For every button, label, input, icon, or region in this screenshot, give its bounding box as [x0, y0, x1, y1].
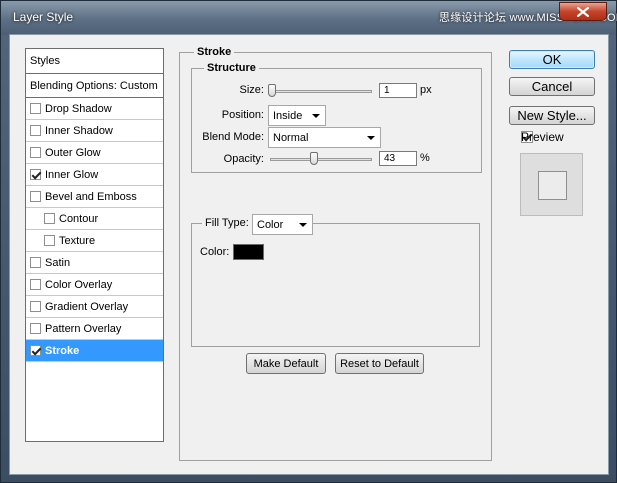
size-label: Size:: [239, 84, 264, 96]
style-item-label: Outer Glow: [45, 146, 101, 159]
checkbox-icon[interactable]: [30, 147, 41, 158]
size-unit: px: [420, 84, 432, 96]
cancel-button[interactable]: Cancel: [509, 77, 595, 96]
styles-header[interactable]: Styles: [26, 49, 163, 74]
opacity-slider-thumb[interactable]: [309, 152, 318, 165]
fill-type-value: Color: [257, 218, 284, 231]
size-slider-track[interactable]: [270, 90, 372, 93]
style-item-label: Contour: [59, 212, 99, 225]
blending-options-item[interactable]: Blending Options: Custom: [26, 74, 163, 98]
preview-thumbnail: [520, 153, 583, 216]
styles-list: Styles Blending Options: Custom Drop Sha…: [25, 48, 164, 442]
checkbox-icon[interactable]: [30, 323, 41, 334]
size-input[interactable]: 1: [379, 83, 417, 98]
style-item-bevel-and-emboss[interactable]: Bevel and Emboss: [26, 186, 163, 208]
chevron-down-icon: [299, 223, 307, 227]
opacity-unit: %: [420, 152, 430, 164]
make-default-button[interactable]: Make Default: [246, 353, 326, 374]
style-item-label: Bevel and Emboss: [45, 190, 137, 203]
position-label: Position:: [221, 109, 264, 121]
fill-group: Fill Type: Color Color:: [191, 214, 480, 347]
size-slider-thumb[interactable]: [268, 84, 276, 97]
opacity-input[interactable]: 43: [379, 151, 417, 166]
style-item-outer-glow[interactable]: Outer Glow: [26, 142, 163, 164]
style-item-stroke[interactable]: Stroke: [26, 340, 163, 362]
style-item-pattern-overlay[interactable]: Pattern Overlay: [26, 318, 163, 340]
structure-title: Structure: [204, 62, 259, 74]
checkbox-icon[interactable]: [30, 301, 41, 312]
opacity-slider-track[interactable]: [270, 158, 372, 161]
checkbox-icon[interactable]: [30, 169, 41, 180]
layer-style-dialog: Layer Style 思缘设计论坛 www.MISSYUAN.COM Styl…: [0, 0, 617, 483]
blend-mode-value: Normal: [273, 131, 309, 144]
styles-header-label: Styles: [30, 55, 60, 67]
style-item-label: Gradient Overlay: [45, 300, 129, 313]
style-item-label: Satin: [45, 256, 71, 269]
chevron-down-icon: [367, 136, 375, 140]
opacity-label: Opacity:: [223, 153, 264, 165]
style-item-label: Drop Shadow: [45, 102, 112, 115]
color-label: Color:: [200, 246, 230, 258]
checkbox-icon[interactable]: [30, 279, 41, 290]
style-item-label: Inner Shadow: [45, 124, 113, 137]
style-item-color-overlay[interactable]: Color Overlay: [26, 274, 163, 296]
preview-label: Preview: [521, 130, 564, 144]
style-item-label: Color Overlay: [45, 278, 113, 291]
checkbox-icon[interactable]: [44, 235, 55, 246]
checkbox-icon[interactable]: [30, 191, 41, 202]
stroke-panel-title: Stroke: [194, 46, 235, 58]
structure-group: Structure Size: 1 px Position: Inside Bl…: [191, 62, 482, 173]
preview-swatch: [538, 171, 567, 200]
dialog-body: Styles Blending Options: Custom Drop Sha…: [9, 34, 609, 475]
style-item-label: Stroke: [45, 344, 80, 357]
style-item-label: Texture: [59, 234, 96, 247]
new-style-button[interactable]: New Style...: [509, 106, 595, 125]
style-item-label: Inner Glow: [45, 168, 99, 181]
window-title: Layer Style: [13, 10, 74, 24]
checkbox-icon[interactable]: [30, 257, 41, 268]
style-item-inner-shadow[interactable]: Inner Shadow: [26, 120, 163, 142]
stroke-panel: Stroke Structure Size: 1 px Position: In…: [179, 46, 492, 461]
style-item-satin[interactable]: Satin: [26, 252, 163, 274]
style-item-texture[interactable]: Texture: [26, 230, 163, 252]
style-item-gradient-overlay[interactable]: Gradient Overlay: [26, 296, 163, 318]
reset-to-default-button[interactable]: Reset to Default: [335, 353, 424, 374]
style-item-drop-shadow[interactable]: Drop Shadow: [26, 98, 163, 120]
fill-type-dropdown[interactable]: Color: [252, 214, 313, 235]
blend-mode-dropdown[interactable]: Normal: [268, 127, 381, 148]
make-default-label: Make Default: [253, 357, 319, 370]
reset-to-default-label: Reset to Default: [340, 357, 419, 370]
ok-button[interactable]: OK: [509, 50, 595, 69]
chevron-down-icon: [312, 114, 320, 118]
close-button[interactable]: [559, 2, 607, 21]
new-style-label: New Style...: [517, 108, 587, 123]
preview-checkbox[interactable]: Preview: [521, 130, 564, 144]
stroke-color-swatch[interactable]: [233, 244, 264, 260]
close-icon: [577, 6, 589, 17]
fill-type-label: Fill Type:: [202, 217, 252, 229]
blending-options-label: Blending Options: Custom: [30, 79, 158, 92]
checkbox-icon[interactable]: [30, 103, 41, 114]
checkbox-icon[interactable]: [44, 213, 55, 224]
checkbox-icon[interactable]: [30, 125, 41, 136]
cancel-label: Cancel: [531, 79, 573, 94]
style-item-contour[interactable]: Contour: [26, 208, 163, 230]
style-item-inner-glow[interactable]: Inner Glow: [26, 164, 163, 186]
ok-label: OK: [542, 52, 562, 67]
position-value: Inside: [273, 109, 303, 122]
title-bar[interactable]: Layer Style 思缘设计论坛 www.MISSYUAN.COM: [1, 1, 617, 35]
style-item-label: Pattern Overlay: [45, 322, 122, 335]
blend-mode-label: Blend Mode:: [202, 131, 264, 143]
position-dropdown[interactable]: Inside: [268, 105, 326, 126]
checkbox-icon[interactable]: [30, 345, 41, 356]
